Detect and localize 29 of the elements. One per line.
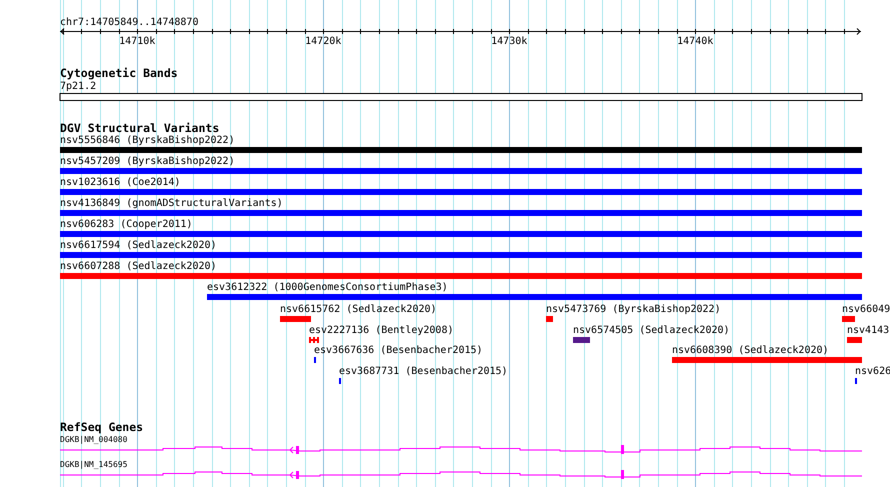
variant-label: nsv6608390 (Sedlazeck2020) — [672, 345, 829, 356]
tick-label: 14730k — [491, 36, 528, 47]
variant-label: esv3612322 (1000GenomesConsortiumPhase3) — [207, 282, 448, 293]
variant-label: nsv606283 (Cooper2011) — [60, 219, 192, 230]
variant-label: nsv5457209 (ByrskaBishop2022) — [60, 156, 235, 167]
variant-label: nsv626 — [855, 366, 890, 377]
variant-label: esv2227136 (Bentley2008) — [309, 325, 454, 336]
track-title: RefSeq Genes — [60, 420, 144, 434]
tick-label: 14740k — [677, 36, 714, 47]
variant-label: nsv4136849 (gnomADStructuralVariants) — [60, 198, 283, 209]
gene-label: DGKB|NM_145695 — [60, 460, 128, 469]
gene-label: DGKB|NM_004080 — [60, 435, 128, 444]
variant-label: nsv66049 — [842, 304, 890, 315]
variant-label: nsv5556846 (ByrskaBishop2022) — [60, 135, 235, 146]
variant-label: nsv1023616 (Coe2014) — [60, 177, 180, 188]
variant-label: esv3687731 (Besenbacher2015) — [339, 366, 508, 377]
band-label: 7p21.2 — [60, 81, 96, 92]
tick-label: 14720k — [305, 36, 342, 47]
track-title: DGV Structural Variants — [60, 121, 220, 135]
variant-label: nsv4143 — [847, 325, 890, 336]
variant-label: nsv6617594 (Sedlazeck2020) — [60, 240, 217, 251]
location-label: chr7:14705849..14748870 — [60, 17, 198, 28]
variant-label: nsv6607288 (Sedlazeck2020) — [60, 261, 217, 272]
variant-label: nsv6574505 (Sedlazeck2020) — [573, 325, 730, 336]
tick-label: 14710k — [119, 36, 156, 47]
variant-label: nsv6615762 (Sedlazeck2020) — [280, 304, 437, 315]
variant-label: esv3667636 (Besenbacher2015) — [314, 345, 483, 356]
variant-label: nsv5473769 (ByrskaBishop2022) — [546, 304, 721, 315]
track-title: Cytogenetic Bands — [60, 66, 178, 80]
